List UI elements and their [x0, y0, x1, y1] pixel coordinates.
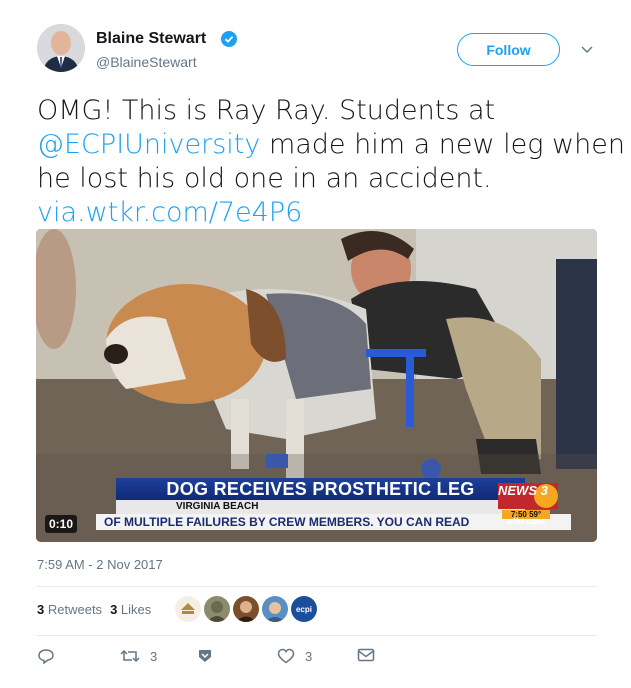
chevron-down-icon[interactable] [580, 44, 594, 54]
news-headline: DOG RECEIVES PROSTHETIC LEG [116, 478, 525, 500]
retweets-count: 3 [37, 602, 45, 617]
tweet-line: he lost his old one in an accident. [37, 162, 597, 196]
likes-count: 3 [110, 602, 118, 617]
author-name[interactable]: Blaine Stewart [96, 30, 206, 48]
envelope-icon [357, 648, 375, 662]
save-button[interactable] [197, 648, 213, 664]
news-location: VIRGINIA BEACH [116, 500, 525, 514]
tweet-text-segment: he lost his old one in an accident. [37, 163, 492, 194]
heart-icon [277, 648, 295, 664]
tweet-line: @ECPIUniversity made him a new leg when [37, 128, 625, 162]
station-site: wtkr.com [506, 516, 546, 526]
tweet-line: OMG! This is Ray Ray. Students at [37, 94, 597, 128]
like-count: 3 [305, 648, 313, 664]
mention-link[interactable]: @ECPIUniversity [37, 129, 260, 160]
tweet-line: via.wtkr.com/7e4P6 [37, 196, 597, 230]
retweet-count: 3 [150, 648, 158, 664]
divider [37, 635, 597, 636]
retweet-icon [120, 649, 140, 663]
liker-avatar-logo[interactable] [175, 596, 201, 622]
tweet-text-segment: OMG! This is Ray Ray. Students at [37, 95, 496, 126]
station-logo-text: NEWS 3 [498, 483, 548, 498]
liker-avatar-photo[interactable] [262, 596, 288, 622]
divider [37, 586, 597, 587]
like-button[interactable]: 3 [277, 648, 312, 664]
retweets-label: Retweets [47, 602, 103, 617]
liker-avatar-ecpi[interactable]: ecpi [291, 596, 317, 622]
author-handle[interactable]: @BlaineStewart [96, 54, 197, 70]
verified-badge-icon [221, 31, 237, 47]
video-player[interactable]: DOG RECEIVES PROSTHETIC LEG VIRGINIA BEA… [36, 229, 597, 542]
reply-button[interactable] [37, 648, 55, 664]
likes-stat[interactable]: 3 Likes [110, 602, 151, 617]
tweet-actions: 3 3 [37, 648, 597, 668]
video-duration: 0:10 [45, 515, 78, 533]
tweet-text: OMG! This is Ray Ray. Students at @ECPIU… [37, 94, 625, 230]
author-avatar[interactable] [37, 24, 85, 72]
tweet-text-segment: made him a new leg when [260, 129, 625, 160]
liker-avatar-photo[interactable] [233, 596, 259, 622]
retweet-button[interactable]: 3 [120, 648, 157, 664]
likes-label: Likes [120, 602, 152, 617]
tweet-timestamp[interactable]: 7:59 AM - 2 Nov 2017 [37, 557, 163, 572]
retweets-stat[interactable]: 3 Retweets [37, 602, 102, 617]
reply-icon [38, 649, 54, 664]
engagement-stats: 3 Retweets 3 Likes [37, 602, 151, 617]
likers-avatars: ecpi [175, 596, 320, 622]
follow-button[interactable]: Follow [457, 33, 560, 66]
liker-avatar-photo[interactable] [204, 596, 230, 622]
direct-message-button[interactable] [357, 648, 375, 662]
bookmark-icon [199, 650, 211, 662]
url-link[interactable]: via.wtkr.com/7e4P6 [37, 197, 302, 228]
